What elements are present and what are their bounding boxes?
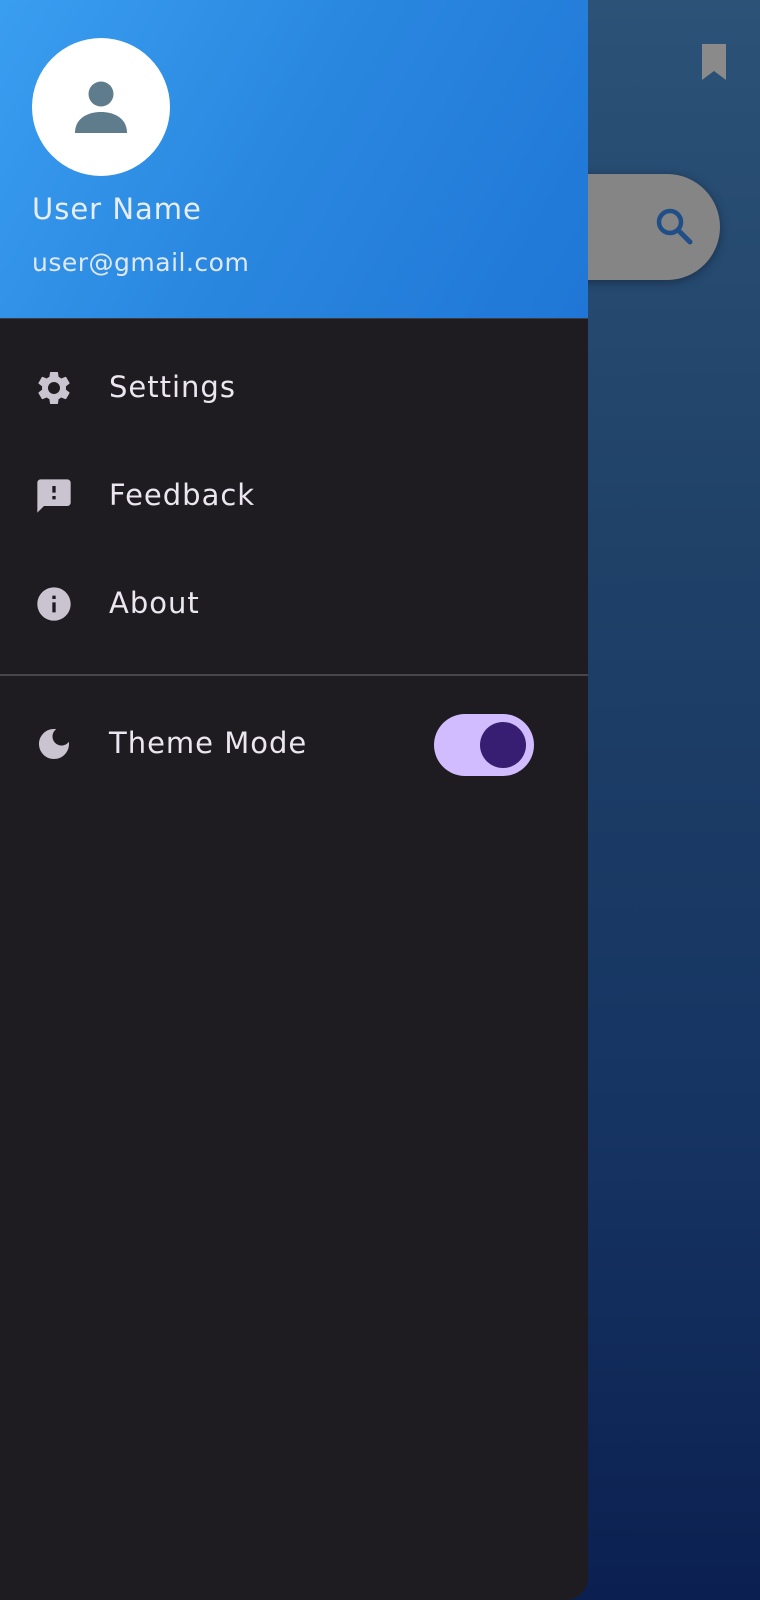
- person-icon: [75, 81, 127, 133]
- feedback-icon: [34, 476, 74, 516]
- gear-icon: [34, 368, 74, 408]
- info-icon: [34, 584, 74, 624]
- menu-item-feedback[interactable]: Feedback: [0, 446, 588, 546]
- avatar[interactable]: [32, 38, 170, 176]
- menu-item-label: About: [109, 586, 200, 620]
- moon-icon: [34, 724, 74, 764]
- app-screen: User Name user@gmail.com Settings Feedba…: [0, 0, 760, 1600]
- menu-item-settings[interactable]: Settings: [0, 338, 588, 438]
- theme-mode-toggle[interactable]: [434, 714, 534, 776]
- theme-mode-label: Theme Mode: [109, 726, 308, 760]
- drawer-header: User Name user@gmail.com: [0, 0, 588, 319]
- navigation-drawer: User Name user@gmail.com Settings Feedba…: [0, 0, 588, 1600]
- toggle-thumb[interactable]: [480, 722, 526, 768]
- user-name: User Name: [32, 192, 202, 226]
- search-icon[interactable]: [654, 206, 694, 246]
- menu-item-label: Settings: [109, 370, 236, 404]
- menu-item-about[interactable]: About: [0, 554, 588, 654]
- user-email: user@gmail.com: [32, 248, 250, 277]
- menu-divider: [0, 674, 588, 676]
- menu-item-label: Feedback: [109, 478, 256, 512]
- bookmark-icon[interactable]: [700, 44, 728, 80]
